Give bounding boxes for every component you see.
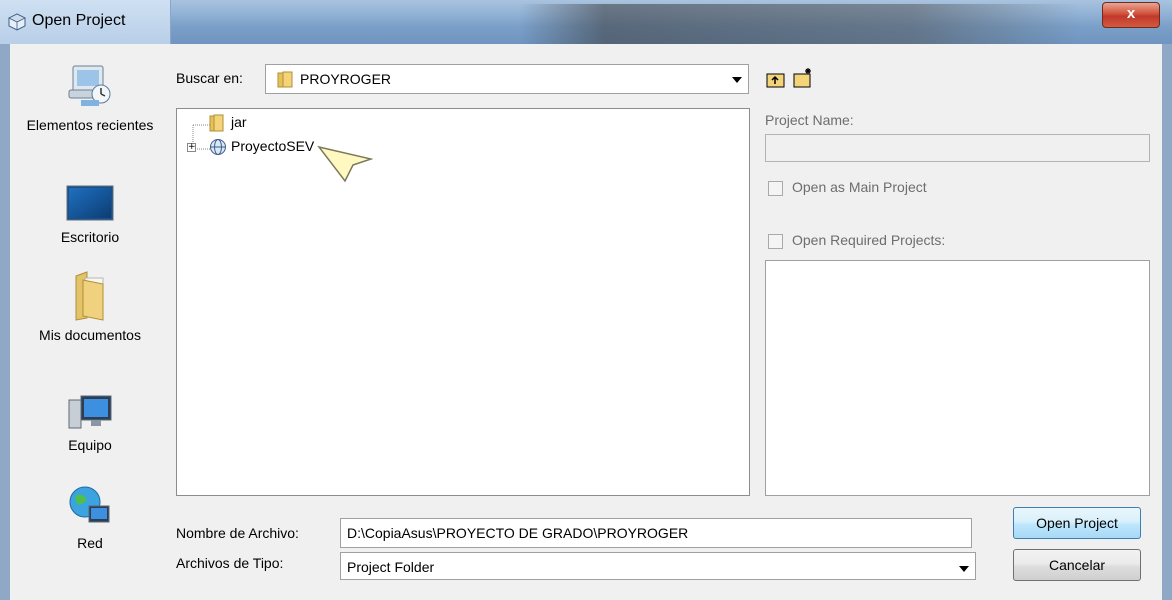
chevron-down-icon (959, 566, 969, 572)
filename-value: D:\CopiaAsus\PROYECTO DE GRADO\PROYROGER (347, 525, 689, 541)
open-required-checkbox[interactable] (768, 234, 783, 249)
cancel-button[interactable]: Cancelar (1013, 549, 1141, 581)
open-project-dialog: Open Project x Elementos recientes Escri… (0, 0, 1172, 600)
place-computer[interactable]: Equipo (20, 392, 160, 455)
place-label: Elementos recientes (26, 117, 154, 133)
filename-input[interactable]: D:\CopiaAsus\PROYECTO DE GRADO\PROYROGER (340, 518, 972, 548)
filetype-value: Project Folder (347, 559, 435, 575)
filetype-label: Archivos de Tipo: (176, 555, 284, 571)
globe-icon (210, 139, 226, 155)
window-frame-left (0, 44, 10, 600)
recent-items-icon (68, 65, 111, 106)
lookin-value: PROYROGER (300, 71, 392, 87)
place-recent-items[interactable]: Elementos recientes (20, 60, 160, 135)
place-label: Mis documentos (39, 327, 141, 343)
filetype-combo[interactable]: Project Folder (340, 552, 976, 580)
expand-toggle[interactable]: + (187, 143, 196, 152)
dialog-content: Elementos recientes Escritorio Mis docum… (10, 44, 1162, 600)
tree-item-label: jar (231, 114, 247, 130)
close-button[interactable]: x (1102, 2, 1160, 28)
my-documents-icon (75, 271, 104, 321)
title-area: Open Project (0, 0, 171, 44)
place-label: Equipo (68, 437, 112, 453)
place-label: Escritorio (60, 229, 120, 245)
filename-label: Nombre de Archivo: (176, 525, 299, 541)
lookin-combo[interactable]: PROYROGER (265, 64, 749, 94)
computer-icon (68, 395, 112, 429)
required-projects-list[interactable] (765, 260, 1150, 496)
title-bar[interactable]: Open Project x (0, 0, 1172, 44)
open-as-main-checkbox[interactable] (768, 181, 783, 196)
folder-icon (277, 71, 293, 88)
project-name-field[interactable] (765, 134, 1150, 162)
pointer-arrow-icon (317, 145, 373, 183)
network-icon (69, 486, 110, 523)
open-as-main-label: Open as Main Project (792, 179, 927, 195)
tree-item-label: ProyectoSEV (231, 138, 315, 154)
desktop-icon (66, 185, 114, 221)
place-network[interactable]: Red (20, 484, 160, 553)
new-folder-icon[interactable] (793, 66, 815, 88)
window-title: Open Project (32, 12, 126, 29)
project-name-label: Project Name: (765, 112, 854, 128)
window-frame-right (1162, 44, 1172, 600)
place-my-documents[interactable]: Mis documentos (20, 270, 160, 345)
up-one-level-icon[interactable] (766, 70, 786, 88)
folder-icon (209, 114, 224, 132)
place-desktop[interactable]: Escritorio (20, 184, 160, 247)
open-project-button[interactable]: Open Project (1013, 507, 1141, 539)
place-label: Red (77, 535, 103, 551)
file-tree[interactable]: jar + ProyectoSEV (176, 108, 750, 496)
chevron-down-icon (732, 77, 742, 83)
open-required-label: Open Required Projects: (792, 232, 946, 248)
app-cube-icon (8, 13, 26, 31)
lookin-label: Buscar en: (176, 70, 243, 86)
